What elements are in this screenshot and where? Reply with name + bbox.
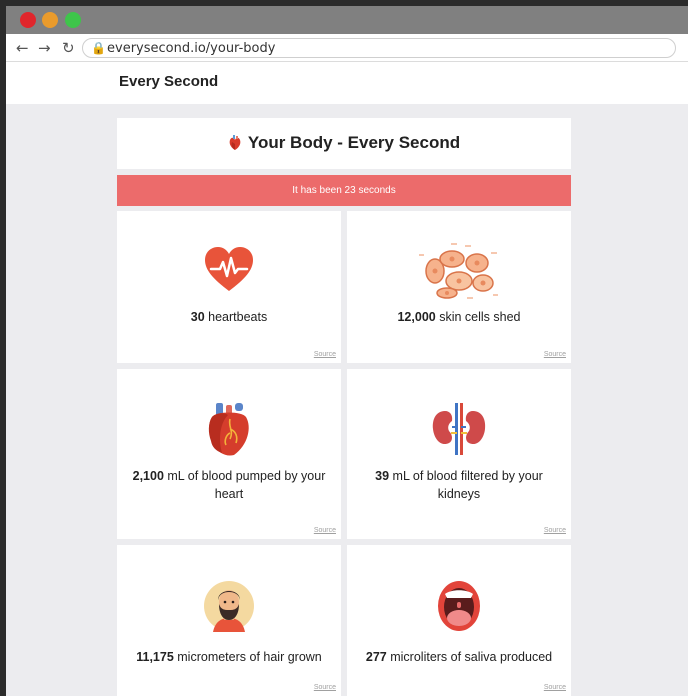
open-mouth-icon xyxy=(347,580,571,637)
stat-label: 39 mL of blood filtered by your kidneys xyxy=(359,467,559,503)
skin-cells-icon xyxy=(347,241,571,306)
source-link[interactable]: Source xyxy=(544,527,566,534)
reload-icon[interactable]: ↻ xyxy=(62,38,75,58)
stat-card-blood-filtered: 39 mL of blood filtered by your kidneys … xyxy=(347,369,571,539)
stat-value: 11,175 xyxy=(136,650,174,664)
stat-text: mL of blood pumped by your heart xyxy=(167,469,326,501)
page-title-text: Your Body - Every Second xyxy=(247,133,461,152)
minimize-window-button[interactable] xyxy=(42,12,58,28)
source-link[interactable]: Source xyxy=(314,351,336,358)
stat-label: 11,175 micrometers of hair grown xyxy=(129,648,329,666)
stat-label: 277 microliters of saliva produced xyxy=(359,648,559,666)
hero-card: Your Body - Every Second xyxy=(117,118,571,169)
maximize-window-button[interactable] xyxy=(65,12,81,28)
stat-card-blood-pumped: 2,100 mL of blood pumped by your heart S… xyxy=(117,369,341,539)
address-bar[interactable]: 🔒 everysecond.io/your-body xyxy=(82,38,676,58)
heartbeat-icon xyxy=(117,245,341,298)
stat-label: 2,100 mL of blood pumped by your heart xyxy=(129,467,329,503)
stat-label: 12,000 skin cells shed xyxy=(359,308,559,326)
anatomical-heart-icon xyxy=(117,403,341,462)
source-link[interactable]: Source xyxy=(314,684,336,691)
stat-card-hair-grown: 11,175 micrometers of hair grown Source xyxy=(117,545,341,696)
forward-arrow-icon[interactable]: → xyxy=(38,38,51,58)
window-titlebar xyxy=(6,6,688,34)
browser-toolbar: ← → ↻ 🔒 everysecond.io/your-body xyxy=(6,34,688,62)
stat-label: 30 heartbeats xyxy=(129,308,329,326)
stat-value: 12,000 xyxy=(397,310,436,324)
browser-window: ← → ↻ 🔒 everysecond.io/your-body Every S… xyxy=(6,6,688,696)
stat-text: microliters of saliva produced xyxy=(390,650,553,664)
stat-text: mL of blood filtered by your kidneys xyxy=(392,469,543,501)
bearded-man-icon xyxy=(117,580,341,637)
stat-card-heartbeats: 30 heartbeats Source xyxy=(117,211,341,363)
kidneys-icon xyxy=(347,403,571,460)
stat-text: micrometers of hair grown xyxy=(177,650,322,664)
stat-text: heartbeats xyxy=(208,310,268,324)
stat-value: 277 xyxy=(365,650,387,664)
source-link[interactable]: Source xyxy=(544,684,566,691)
stat-value: 2,100 xyxy=(132,469,164,483)
back-arrow-icon[interactable]: ← xyxy=(16,38,29,58)
close-window-button[interactable] xyxy=(20,12,36,28)
site-title[interactable]: Every Second xyxy=(119,73,218,90)
lock-icon: 🔒 xyxy=(91,41,106,55)
stat-text: skin cells shed xyxy=(439,310,521,324)
stat-value: 39 xyxy=(375,469,390,483)
source-link[interactable]: Source xyxy=(544,351,566,358)
stat-value: 30 xyxy=(190,310,205,324)
stat-card-skin-cells: 12,000 skin cells shed Source xyxy=(347,211,571,363)
source-link[interactable]: Source xyxy=(314,527,336,534)
page-title: Your Body - Every Second xyxy=(117,133,571,156)
stat-card-saliva-produced: 277 microliters of saliva produced Sourc… xyxy=(347,545,571,696)
url-text[interactable]: everysecond.io/your-body xyxy=(107,40,275,57)
heart-emoji-icon xyxy=(228,135,242,156)
elapsed-time-banner: It has been 23 seconds xyxy=(117,175,571,206)
site-header: Every Second xyxy=(6,62,688,104)
